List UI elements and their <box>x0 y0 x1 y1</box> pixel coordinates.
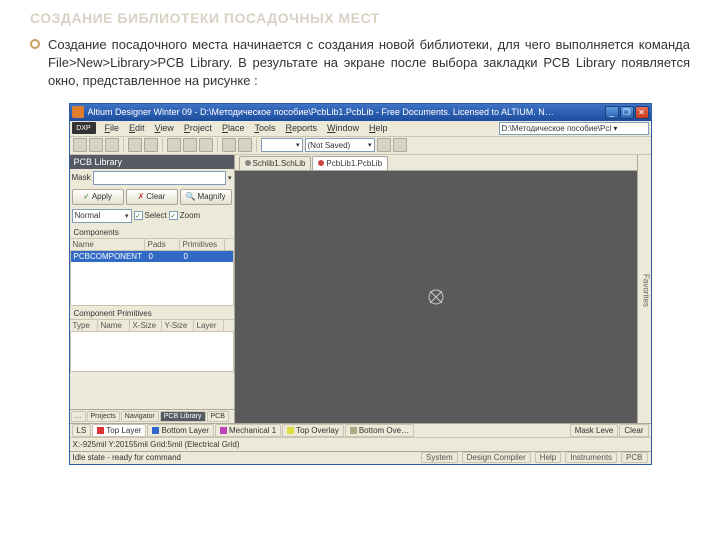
menu-file[interactable]: File <box>100 122 125 134</box>
layer-top-overlay[interactable]: Top Overlay <box>282 424 344 437</box>
separator <box>217 138 218 152</box>
app-window: Altium Designer Winter 09 - D:\Методичес… <box>69 103 652 465</box>
mask-level-button[interactable]: Mask Leve <box>570 424 619 437</box>
layer-bottom[interactable]: Bottom Layer <box>147 424 214 437</box>
primitives-grid[interactable] <box>70 332 234 372</box>
tool-new-icon[interactable] <box>73 138 87 152</box>
slide-title: СОЗДАНИЕ БИБЛИОТЕКИ ПОСАДОЧНЫХ МЕСТ <box>30 10 690 26</box>
layer-ls[interactable]: LS <box>72 424 92 437</box>
mask-dropdown-icon[interactable]: ▾ <box>228 174 232 182</box>
menu-view[interactable]: View <box>150 122 179 134</box>
statusbar: Idle state - ready for command System De… <box>70 451 651 464</box>
normal-dropdown[interactable]: Normal <box>72 209 132 223</box>
menu-tools[interactable]: Tools <box>249 122 280 134</box>
apply-button[interactable]: ✓Apply <box>72 189 124 205</box>
mode-dropdown[interactable] <box>261 138 303 152</box>
tab-more[interactable]: … <box>71 411 86 422</box>
magnify-button[interactable]: 🔍Magnify <box>180 189 232 205</box>
doc-tab-pcblib[interactable]: PcbLib1.PcbLib <box>312 156 388 170</box>
tool-print-icon[interactable] <box>128 138 142 152</box>
tool-save-icon[interactable] <box>105 138 119 152</box>
panel-bottom-tabs: … Projects Navigator PCB Library PCB <box>70 409 234 423</box>
menu-place[interactable]: Place <box>217 122 250 134</box>
primitives-grid-header: Type Name X-Size Y-Size Layer <box>70 319 234 332</box>
canvas-area: Schlib1.SchLib PcbLib1.PcbLib <box>235 155 637 423</box>
dxp-logo[interactable]: DXP <box>72 122 96 134</box>
status-coords-row: X:-925mil Y:20155mil Grid:5mil (Electric… <box>70 437 651 451</box>
layer-bottom-overlay[interactable]: Bottom Ove… <box>345 424 414 437</box>
path-field[interactable]: D:\Методическое пособие\Pcl ▾ <box>499 122 649 135</box>
menubar: DXP File Edit View Project Place Tools R… <box>70 121 651 137</box>
pcb-library-panel: PCB Library Mask ▾ ✓Apply ✗Clear 🔍Magnif… <box>70 155 235 423</box>
saved-dropdown[interactable]: (Not Saved) <box>305 138 375 152</box>
titlebar-text: Altium Designer Winter 09 - D:\Методичес… <box>88 107 605 117</box>
tool-cut-icon[interactable] <box>167 138 181 152</box>
menu-edit[interactable]: Edit <box>124 122 150 134</box>
separator <box>256 138 257 152</box>
separator <box>162 138 163 152</box>
components-grid[interactable]: PCBCOMPONENT 0 0 <box>70 251 234 306</box>
layer-tabs: LS Top Layer Bottom Layer Mechanical 1 T… <box>70 423 651 437</box>
tool-paste-icon[interactable] <box>199 138 213 152</box>
status-help-button[interactable]: Help <box>535 452 561 463</box>
clear-mask-button[interactable]: Clear <box>619 424 648 437</box>
tool-redo-icon[interactable] <box>238 138 252 152</box>
primitives-label: Component Primitives <box>70 306 234 319</box>
tab-favorites[interactable]: Favorites <box>642 274 651 307</box>
tab-navigator[interactable]: Navigator <box>121 411 159 422</box>
app-icon <box>72 106 84 118</box>
clear-button[interactable]: ✗Clear <box>126 189 178 205</box>
mask-label: Mask <box>72 173 91 182</box>
minimize-button[interactable]: _ <box>605 106 619 119</box>
toolbar: (Not Saved) <box>70 137 651 155</box>
menu-help[interactable]: Help <box>364 122 393 134</box>
bullet-icon <box>30 39 40 49</box>
menu-project[interactable]: Project <box>179 122 217 134</box>
zoom-checkbox[interactable]: ✓Zoom <box>169 211 200 220</box>
document-tabs: Schlib1.SchLib PcbLib1.PcbLib <box>235 155 637 171</box>
tab-pcb-library[interactable]: PCB Library <box>160 411 206 422</box>
status-instruments-button[interactable]: Instruments <box>565 452 617 463</box>
components-grid-header: Name Pads Primitives <box>70 238 234 251</box>
menu-reports[interactable]: Reports <box>280 122 322 134</box>
tab-projects[interactable]: Projects <box>87 411 120 422</box>
mask-input[interactable] <box>93 171 226 185</box>
layer-top[interactable]: Top Layer <box>92 424 146 437</box>
titlebar: Altium Designer Winter 09 - D:\Методичес… <box>70 104 651 121</box>
right-dock-tabs: Favorites Clipboard Libraries <box>637 155 651 423</box>
table-row[interactable]: PCBCOMPONENT 0 0 <box>71 251 233 262</box>
tab-pcb[interactable]: PCB <box>207 411 229 422</box>
menu-window[interactable]: Window <box>322 122 364 134</box>
layer-mechanical[interactable]: Mechanical 1 <box>215 424 281 437</box>
status-system-button[interactable]: System <box>421 452 458 463</box>
tool-open-icon[interactable] <box>89 138 103 152</box>
tool-copy-icon[interactable] <box>183 138 197 152</box>
panel-header: PCB Library <box>70 155 234 169</box>
maximize-button[interactable]: ❐ <box>620 106 634 119</box>
tool-undo-icon[interactable] <box>222 138 236 152</box>
tool-extra2-icon[interactable] <box>393 138 407 152</box>
status-design-compiler-button[interactable]: Design Compiler <box>462 452 531 463</box>
doc-tab-schlib[interactable]: Schlib1.SchLib <box>239 156 312 170</box>
components-label: Components <box>70 225 234 238</box>
tool-zoom-icon[interactable] <box>144 138 158 152</box>
select-checkbox[interactable]: ✓Select <box>134 211 167 220</box>
tool-extra1-icon[interactable] <box>377 138 391 152</box>
pcb-canvas[interactable] <box>235 171 637 423</box>
status-pcb-button[interactable]: PCB <box>621 452 647 463</box>
separator <box>123 138 124 152</box>
slide-body: Создание посадочного места начинается с … <box>30 36 690 91</box>
status-coords: X:-925mil Y:20155mil Grid:5mil (Electric… <box>73 440 240 449</box>
origin-marker-icon <box>427 288 445 306</box>
status-idle: Idle state - ready for command <box>73 453 182 462</box>
slide-body-text: Создание посадочного места начинается с … <box>48 37 690 88</box>
close-button[interactable]: ✕ <box>635 106 649 119</box>
